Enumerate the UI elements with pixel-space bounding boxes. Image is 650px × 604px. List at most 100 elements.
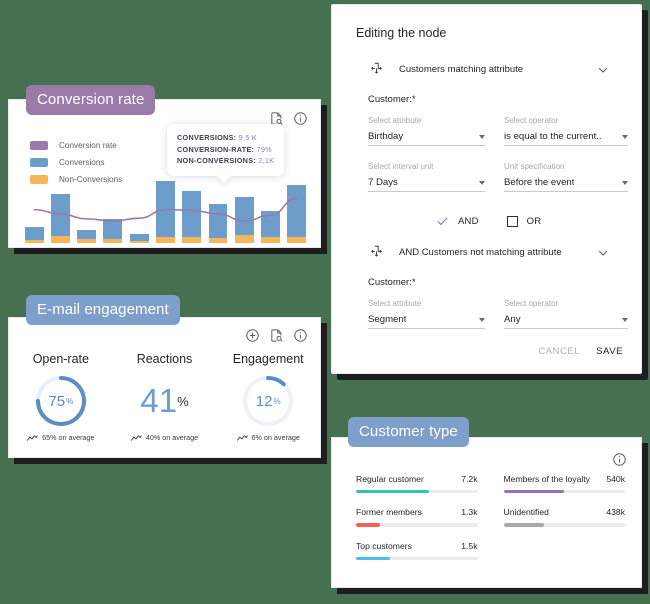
- branch-node-icon: [368, 244, 385, 261]
- customer-type-row: Unidentified 438k: [503, 507, 625, 527]
- chevron-down-icon[interactable]: [597, 247, 609, 259]
- email-engagement-card-title: E-mail engagement: [26, 295, 180, 325]
- bar-slot: [205, 171, 231, 243]
- field-select-operator-2[interactable]: Select operator Any: [504, 299, 628, 329]
- customer-required-label-1: Customer:*: [368, 94, 416, 105]
- chart-bar[interactable]: [50, 194, 70, 243]
- chart-bar[interactable]: [77, 230, 97, 243]
- chevron-down-icon[interactable]: [597, 64, 609, 76]
- customer-required-label-2: Customer:*: [368, 277, 416, 288]
- customer-type-card-title: Customer type: [348, 417, 469, 447]
- cancel-button[interactable]: CANCEL: [538, 346, 580, 357]
- field-unit-specification[interactable]: Unit specification Before the event: [504, 162, 628, 192]
- tooltip-line: CONVERSION-RATE: 79%: [177, 144, 272, 154]
- trend-up-icon: [236, 434, 248, 442]
- chart-bar-nonconversions: [261, 237, 280, 243]
- legend-swatch-conversions: [30, 157, 48, 167]
- chart-bar[interactable]: [287, 185, 307, 243]
- metric-unit: %: [66, 396, 74, 406]
- chart-bar-nonconversions: [77, 239, 97, 243]
- chart-bar-nonconversions: [234, 235, 254, 243]
- bar-slot: [100, 171, 126, 243]
- info-icon[interactable]: [293, 111, 308, 126]
- tooltip-value: 2,1K: [258, 156, 275, 165]
- legend-swatch-conversion-rate: [30, 140, 48, 150]
- chevron-down-icon[interactable]: [479, 318, 485, 322]
- field-value: Segment: [368, 314, 407, 325]
- field-select-operator-1[interactable]: Select operator is equal to the current.…: [504, 116, 628, 146]
- chart-bar[interactable]: [24, 227, 44, 243]
- row-value: 1.3k: [461, 507, 478, 518]
- chart-bar[interactable]: [234, 196, 254, 243]
- chart-bar-nonconversions: [208, 237, 228, 243]
- metric-average-row: 40% on average: [113, 433, 217, 442]
- chart-bar[interactable]: [129, 234, 149, 243]
- email-engagement-card: Open-rate 75 % 65% on average Reactions …: [8, 317, 321, 458]
- chart-bar[interactable]: [208, 204, 228, 243]
- row-value: 438k: [606, 507, 625, 518]
- chart-bar[interactable]: [261, 210, 280, 243]
- metric-average-row: 6% on average: [216, 433, 320, 442]
- progress-fill: [356, 490, 429, 494]
- row-label: Regular customer: [356, 474, 424, 484]
- bar-slot: [47, 171, 73, 243]
- chart-bar[interactable]: [103, 219, 123, 243]
- progress-fill: [356, 523, 381, 527]
- branch-node-icon: [368, 61, 385, 78]
- chevron-down-icon[interactable]: [622, 135, 628, 139]
- chevron-down-icon[interactable]: [622, 181, 628, 185]
- chart-bar-nonconversions: [182, 237, 202, 243]
- field-value: 7 Days: [368, 177, 398, 188]
- row-value: 1.5k: [461, 540, 478, 551]
- customer-type-card: Regular customer 7.2k Former members 1.3…: [331, 437, 642, 588]
- boolean-operator-row: AND OR: [436, 215, 541, 228]
- or-option[interactable]: OR: [506, 216, 542, 227]
- bar-slot: [284, 171, 310, 243]
- chart-bar[interactable]: [156, 181, 175, 243]
- node-group-header-1[interactable]: Customers matching attribute: [368, 61, 626, 78]
- progress-track: [503, 523, 625, 527]
- legend-item: Conversion rate: [30, 138, 122, 152]
- metric-engagement: Engagement 12 % 6% on average: [216, 352, 320, 442]
- chart-bar[interactable]: [182, 191, 202, 243]
- engagement-donut: 12 %: [240, 373, 296, 429]
- donut-center-label: 12 %: [240, 373, 296, 429]
- metric-open-rate: Open-rate 75 % 65% on average: [9, 352, 113, 442]
- donut-center-label: 75 %: [33, 373, 89, 429]
- info-icon[interactable]: [293, 328, 308, 343]
- node-group-header-2[interactable]: AND Customers not matching attribute: [368, 244, 626, 261]
- bar-slot: [126, 171, 152, 243]
- metric-average-row: 65% on average: [9, 433, 113, 442]
- field-value: Any: [504, 314, 521, 325]
- tooltip-value: 9,5 K: [238, 133, 257, 142]
- chevron-down-icon[interactable]: [479, 135, 485, 139]
- row-value: 7.2k: [461, 474, 478, 484]
- chevron-down-icon[interactable]: [622, 318, 628, 322]
- save-button[interactable]: SAVE: [596, 346, 623, 357]
- engagement-metrics: Open-rate 75 % 65% on average Reactions …: [9, 352, 320, 442]
- info-icon[interactable]: [612, 452, 627, 467]
- field-select-attribute-2[interactable]: Select attribute Segment: [368, 299, 485, 329]
- editing-node-panel: Editing the node Customers matching attr…: [331, 4, 642, 374]
- customer-type-row: Regular customer 7.2k: [356, 474, 478, 494]
- checkbox-unchecked-icon: [506, 216, 518, 227]
- plus-circle-icon[interactable]: [245, 328, 260, 343]
- open-rate-donut: 75 %: [33, 373, 89, 429]
- field-select-interval-unit[interactable]: Select interval unit 7 Days: [368, 162, 485, 192]
- metric-label: Engagement: [232, 352, 304, 366]
- bar-slot: [179, 171, 205, 243]
- field-label: Select operator: [504, 299, 559, 308]
- progress-track: [503, 490, 625, 494]
- reactions-big-number: 41 %: [113, 373, 217, 429]
- chart-bar-nonconversions: [287, 236, 307, 243]
- customer-type-row: Former members 1.3k: [356, 507, 478, 527]
- bar-slot: [74, 171, 100, 243]
- metric-average: 6% on average: [251, 433, 300, 442]
- document-search-icon[interactable]: [269, 328, 284, 343]
- chevron-down-icon[interactable]: [479, 181, 485, 185]
- tooltip-line: NON-CONVERSIONS: 2,1K: [177, 156, 275, 165]
- field-select-attribute-1[interactable]: Select attribute Birthday: [368, 116, 485, 146]
- and-option[interactable]: AND: [436, 215, 479, 228]
- node-group-label: Customers matching attribute: [399, 64, 524, 75]
- bar-slot: [21, 171, 47, 243]
